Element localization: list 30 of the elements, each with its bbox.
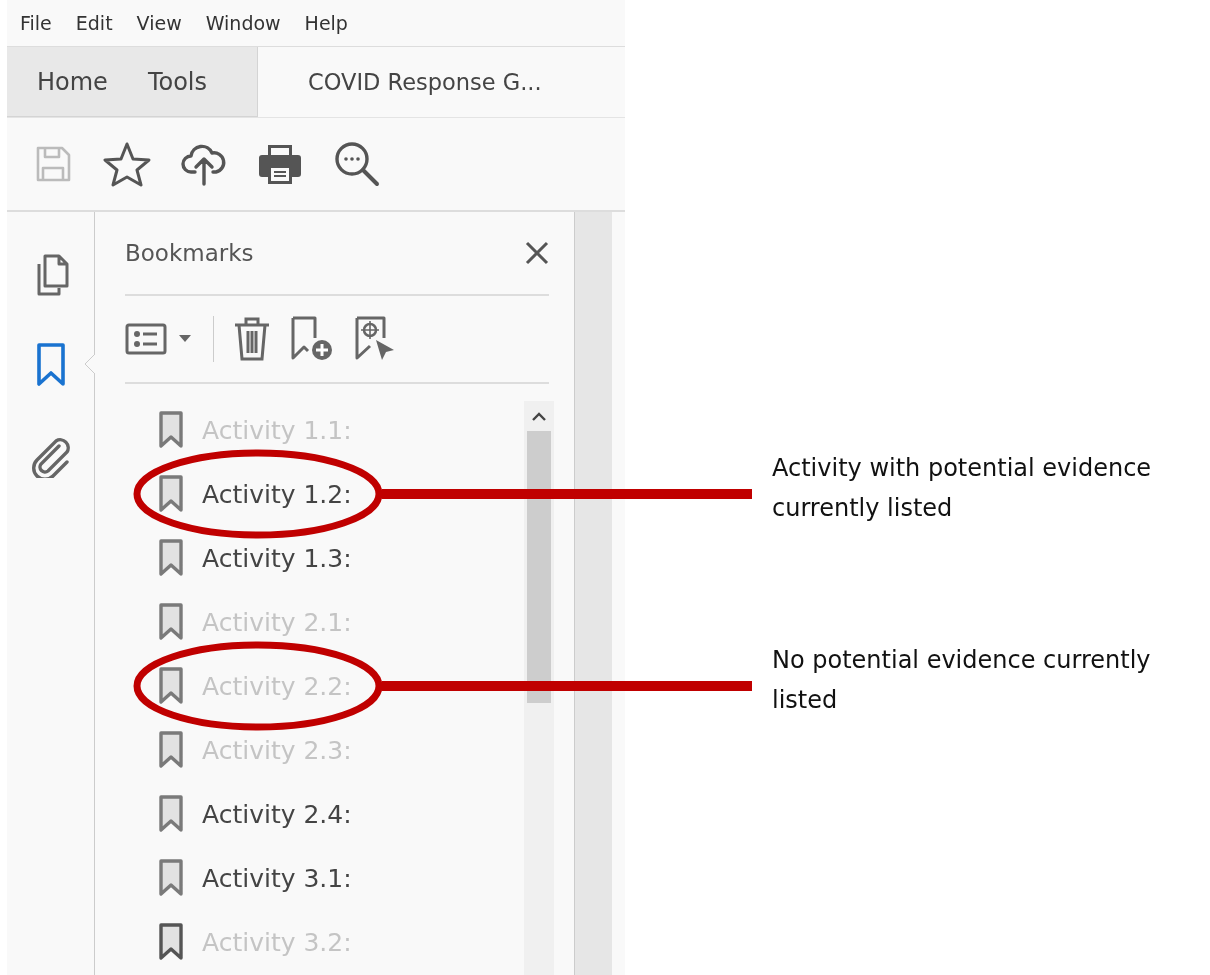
callout-text: No potential evidence currently listed (772, 645, 1152, 716)
callout-text: Activity with potential evidence currently listed (772, 453, 1153, 524)
cloud-upload-icon[interactable] (181, 142, 227, 186)
panel-title: Bookmarks (125, 240, 254, 266)
menu-item[interactable]: Help (304, 12, 348, 34)
bookmark-icon (158, 859, 184, 897)
bookmark-icon (158, 603, 184, 641)
bookmark-icon (158, 667, 184, 705)
menu-item[interactable]: Window (205, 12, 281, 34)
bookmark-icon (158, 923, 184, 961)
bookmark-icon (158, 795, 184, 833)
bookmark-icon[interactable] (34, 342, 67, 388)
bookmark-item[interactable]: Activity 2.4: (202, 799, 352, 829)
bookmark-item[interactable]: Activity 1.2: (202, 479, 352, 509)
bookmark-icon (158, 539, 184, 577)
menu-item[interactable]: Edit (75, 12, 113, 34)
scroll-up-icon[interactable] (532, 411, 546, 421)
close-icon[interactable] (525, 241, 549, 265)
bookmark-icon (158, 411, 184, 449)
trash-icon[interactable] (232, 316, 272, 362)
bookmark-icon (158, 475, 184, 513)
print-icon[interactable] (257, 142, 303, 186)
bookmark-icon (158, 731, 184, 769)
star-icon[interactable] (103, 141, 151, 187)
menu-item[interactable]: View (136, 12, 182, 34)
search-icon[interactable] (333, 140, 381, 188)
bookmark-item[interactable]: Activity 3.1: (202, 863, 352, 893)
menu-item[interactable]: File (20, 12, 52, 34)
bookmark-item[interactable]: Activity 1.3: (202, 543, 352, 573)
scrollbar[interactable] (524, 401, 554, 975)
